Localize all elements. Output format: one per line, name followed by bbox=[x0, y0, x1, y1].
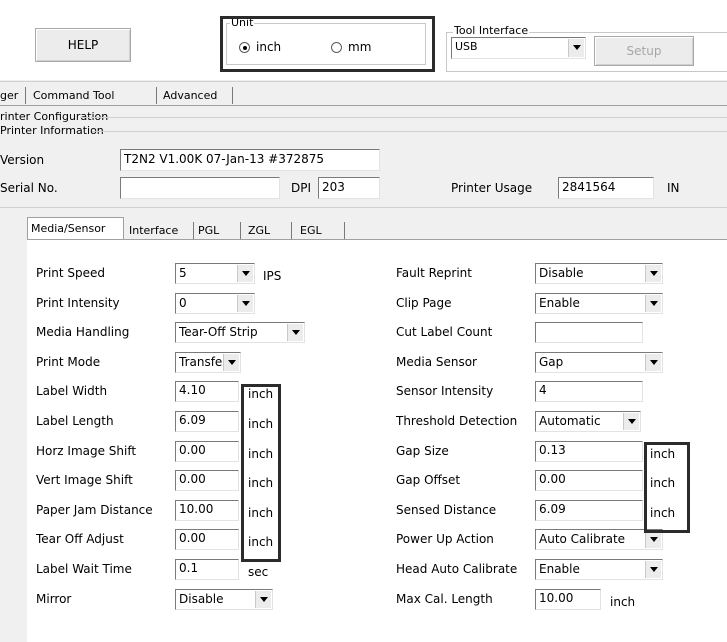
media-handling-select[interactable]: Tear-Off Strip bbox=[175, 322, 305, 343]
fault-reprint-value: Disable bbox=[539, 266, 584, 280]
tear-off-adjust-label: Tear Off Adjust bbox=[36, 532, 124, 546]
chevron-down-icon[interactable] bbox=[645, 531, 661, 548]
power-up-action-label: Power Up Action bbox=[396, 532, 494, 546]
sensor-intensity-label: Sensor Intensity bbox=[396, 384, 494, 398]
cut-label-count-label: Cut Label Count bbox=[396, 325, 493, 339]
chevron-down-icon[interactable] bbox=[623, 413, 639, 430]
tab-interface[interactable]: Interface bbox=[129, 224, 178, 237]
head-auto-calibrate-label: Head Auto Calibrate bbox=[396, 562, 518, 576]
gap-size-label: Gap Size bbox=[396, 444, 449, 458]
chevron-down-icon[interactable] bbox=[645, 265, 661, 282]
tear-off-adjust-field[interactable]: 0.00 bbox=[175, 529, 239, 550]
chevron-down-icon[interactable] bbox=[223, 354, 239, 371]
chevron-down-icon[interactable] bbox=[645, 354, 661, 371]
chevron-down-icon[interactable] bbox=[255, 591, 271, 608]
fault-reprint-label: Fault Reprint bbox=[396, 266, 472, 280]
printer-information-label: Printer Information bbox=[0, 124, 104, 137]
cut-label-count-field[interactable] bbox=[535, 322, 643, 343]
chevron-down-icon[interactable] bbox=[645, 561, 661, 578]
gap-size-field[interactable]: 0.13 bbox=[535, 441, 643, 462]
paper-jam-distance-label: Paper Jam Distance bbox=[36, 503, 153, 517]
serial-label: Serial No. bbox=[0, 181, 58, 195]
clip-page-label: Clip Page bbox=[396, 296, 452, 310]
tab-command-tool[interactable]: Command Tool bbox=[33, 89, 114, 103]
media-sensor-select[interactable]: Gap bbox=[535, 352, 663, 373]
max-cal-length-field[interactable]: 10.00 bbox=[535, 589, 601, 610]
gap-offset-field[interactable]: 0.00 bbox=[535, 470, 643, 491]
threshold-detection-label: Threshold Detection bbox=[396, 414, 518, 428]
tab-advanced[interactable]: Advanced bbox=[163, 89, 217, 103]
print-mode-value: Transfer bbox=[179, 355, 228, 369]
version-field: T2N2 V1.00K 07-Jan-13 #372875 bbox=[120, 149, 380, 171]
mirror-value: Disable bbox=[179, 592, 224, 606]
tab-media-sensor[interactable]: Media/Sensor bbox=[31, 222, 105, 235]
mirror-label: Mirror bbox=[36, 592, 72, 606]
printer-usage-label: Printer Usage bbox=[451, 181, 533, 195]
tool-interface-label: Tool Interface bbox=[453, 24, 530, 37]
print-mode-select[interactable]: Transfer bbox=[175, 352, 241, 373]
unit-highlight-box bbox=[220, 16, 435, 72]
version-label: Version bbox=[0, 153, 45, 167]
serial-field[interactable] bbox=[120, 177, 280, 199]
mirror-select[interactable]: Disable bbox=[175, 589, 273, 610]
max-cal-length-label: Max Cal. Length bbox=[396, 592, 493, 606]
printer-usage-unit: IN bbox=[667, 181, 680, 195]
power-up-action-value: Auto Calibrate bbox=[539, 532, 626, 546]
label-wait-time-label: Label Wait Time bbox=[36, 562, 132, 576]
horz-image-shift-field[interactable]: 0.00 bbox=[175, 441, 239, 462]
media-handling-label: Media Handling bbox=[36, 325, 130, 339]
tool-interface-value: USB bbox=[455, 40, 478, 53]
chevron-down-icon[interactable] bbox=[237, 265, 253, 282]
max-cal-length-unit: inch bbox=[610, 595, 636, 609]
media-sensor-value: Gap bbox=[539, 355, 564, 369]
setup-button[interactable]: Setup bbox=[594, 36, 694, 66]
print-speed-select[interactable]: 5 bbox=[175, 263, 255, 284]
media-sensor-label: Media Sensor bbox=[396, 355, 477, 369]
sensed-distance-field[interactable]: 6.09 bbox=[535, 500, 643, 521]
clip-page-value: Enable bbox=[539, 296, 580, 310]
vert-image-shift-field[interactable]: 0.00 bbox=[175, 470, 239, 491]
threshold-detection-select[interactable]: Automatic bbox=[535, 411, 641, 432]
print-intensity-select[interactable]: 0 bbox=[175, 293, 255, 314]
horz-image-shift-label: Horz Image Shift bbox=[36, 444, 137, 458]
paper-jam-distance-field[interactable]: 10.00 bbox=[175, 500, 239, 521]
sensed-distance-label: Sensed Distance bbox=[396, 503, 497, 517]
help-button[interactable]: HELP bbox=[35, 28, 131, 62]
print-intensity-value: 0 bbox=[179, 296, 187, 310]
tool-interface-select[interactable]: USB bbox=[451, 37, 586, 59]
label-wait-time-unit: sec bbox=[248, 565, 269, 579]
dpi-label: DPI bbox=[291, 181, 312, 195]
label-width-label: Label Width bbox=[36, 384, 108, 398]
left-inch-highlight-box bbox=[241, 384, 281, 562]
chevron-down-icon[interactable] bbox=[237, 295, 253, 312]
media-handling-value: Tear-Off Strip bbox=[179, 325, 258, 339]
tab-manager[interactable]: ger bbox=[0, 89, 18, 103]
chevron-down-icon[interactable] bbox=[645, 295, 661, 312]
label-length-label: Label Length bbox=[36, 414, 114, 428]
tab-egl[interactable]: EGL bbox=[300, 224, 322, 237]
chevron-down-icon[interactable] bbox=[287, 324, 303, 341]
tab-zgl[interactable]: ZGL bbox=[248, 224, 270, 237]
print-speed-label: Print Speed bbox=[36, 266, 106, 280]
dpi-field: 203 bbox=[318, 177, 380, 199]
head-auto-calibrate-select[interactable]: Enable bbox=[535, 559, 663, 580]
tab-pgl[interactable]: PGL bbox=[198, 224, 219, 237]
head-auto-calibrate-value: Enable bbox=[539, 562, 580, 576]
vert-image-shift-label: Vert Image Shift bbox=[36, 473, 133, 487]
chevron-down-icon[interactable] bbox=[568, 39, 584, 57]
label-width-field[interactable]: 4.10 bbox=[175, 381, 239, 402]
label-wait-time-field[interactable]: 0.1 bbox=[175, 559, 239, 580]
clip-page-select[interactable]: Enable bbox=[535, 293, 663, 314]
print-speed-unit: IPS bbox=[263, 269, 282, 283]
sensor-intensity-field[interactable]: 4 bbox=[535, 381, 643, 402]
threshold-detection-value: Automatic bbox=[539, 414, 601, 428]
right-inch-highlight-box bbox=[644, 442, 690, 533]
gap-offset-label: Gap Offset bbox=[396, 473, 461, 487]
print-speed-value: 5 bbox=[179, 266, 187, 280]
print-mode-label: Print Mode bbox=[36, 355, 101, 369]
print-intensity-label: Print Intensity bbox=[36, 296, 120, 310]
label-length-field[interactable]: 6.09 bbox=[175, 411, 239, 432]
fault-reprint-select[interactable]: Disable bbox=[535, 263, 663, 284]
printer-usage-field: 2841564 bbox=[558, 177, 654, 199]
